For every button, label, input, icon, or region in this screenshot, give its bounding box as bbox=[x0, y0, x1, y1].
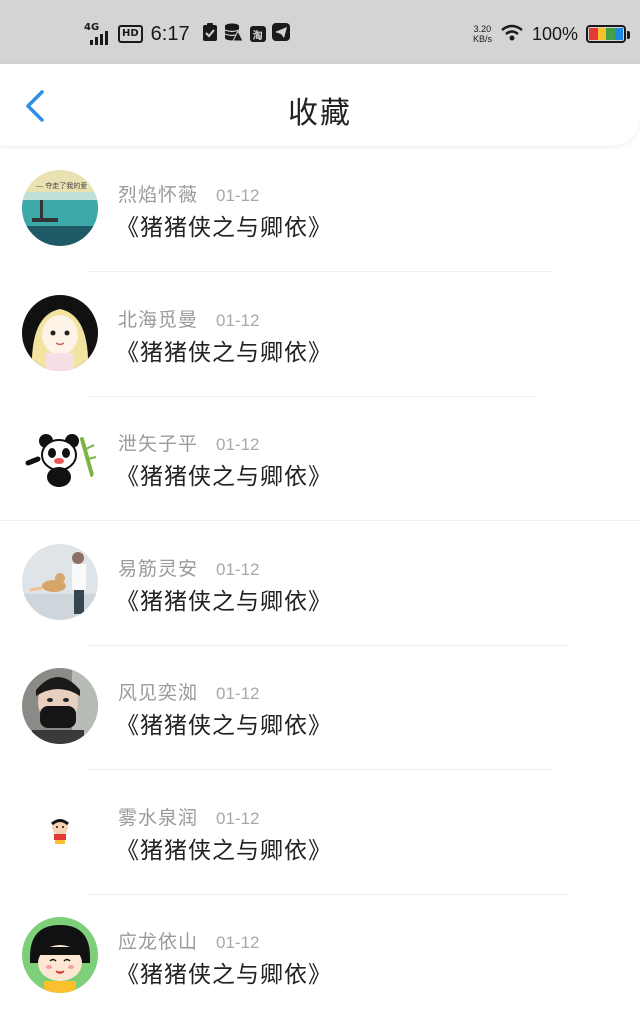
status-bar: 4G HD 6:17 淘 3.20 KB/s 100% bbox=[0, 0, 640, 64]
favorite-date: 01-12 bbox=[216, 933, 260, 952]
nav-header: 收藏 bbox=[0, 64, 640, 146]
check-clipboard-icon bbox=[202, 23, 218, 45]
item-meta: 雾水泉润 01-12 bbox=[118, 803, 260, 830]
divider bbox=[88, 395, 536, 397]
divider bbox=[88, 271, 552, 272]
hd-badge: HD bbox=[118, 25, 143, 43]
father-child-avatar[interactable] bbox=[22, 543, 98, 620]
panda-avatar[interactable] bbox=[22, 419, 98, 495]
list-item[interactable]: 风见奕洳 01-12 《猪猪侠之与卿依》 bbox=[0, 648, 640, 773]
book-title[interactable]: 《猪猪侠之与卿依》 bbox=[116, 706, 332, 740]
anime-girl-avatar[interactable] bbox=[22, 294, 98, 371]
list-item[interactable]: — 夺走了我的爱 烈焰怀薇 01-12 《猪猪侠之与卿依》 bbox=[0, 150, 640, 275]
item-meta: 烈焰怀薇 01-12 bbox=[118, 180, 260, 207]
wifi-icon bbox=[500, 22, 524, 46]
cellular-signal-icon: 4G bbox=[84, 23, 112, 45]
masked-person-avatar[interactable] bbox=[22, 668, 98, 744]
list-item[interactable]: 应龙依山 01-12 《猪猪侠之与卿依》 bbox=[0, 897, 640, 1022]
user-name: 北海觅曼 bbox=[118, 308, 199, 331]
list-item[interactable]: 北海觅曼 01-12 《猪猪侠之与卿依》 bbox=[0, 275, 640, 400]
speed-value: 3.20 bbox=[473, 24, 492, 34]
book-title[interactable]: 《猪猪侠之与卿依》 bbox=[116, 208, 332, 242]
favorite-date: 01-12 bbox=[216, 435, 260, 454]
favorite-date: 01-12 bbox=[216, 684, 260, 703]
item-meta: 易筋灵安 01-12 bbox=[118, 554, 260, 581]
user-name: 烈焰怀薇 bbox=[118, 184, 199, 206]
divider bbox=[88, 893, 568, 895]
status-bar-left: 4G HD 6:17 淘 bbox=[84, 18, 290, 50]
item-meta: 北海觅曼 01-12 bbox=[118, 305, 260, 332]
battery-percentage: 100% bbox=[531, 23, 578, 44]
user-name: 雾水泉润 bbox=[118, 806, 199, 829]
telegram-icon bbox=[271, 23, 290, 45]
crayon-shin-chan-avatar[interactable] bbox=[22, 792, 98, 869]
favorite-date: 01-12 bbox=[216, 310, 260, 330]
divider bbox=[88, 769, 552, 770]
book-title[interactable]: 《猪猪侠之与卿依》 bbox=[116, 333, 332, 367]
database-icon bbox=[224, 23, 244, 45]
user-name: 易筋灵安 bbox=[118, 557, 199, 580]
favorite-date: 01-12 bbox=[216, 559, 260, 579]
user-name: 应龙依山 bbox=[118, 931, 199, 953]
user-name: 泄矢子平 bbox=[118, 433, 199, 455]
speed-unit: KB/s bbox=[472, 34, 492, 44]
book-title[interactable]: 《猪猪侠之与卿依》 bbox=[116, 831, 332, 865]
list-item[interactable]: 泄矢子平 01-12 《猪猪侠之与卿依》 bbox=[0, 399, 640, 524]
network-speed: 3.20 KB/s bbox=[473, 24, 492, 44]
item-meta: 泄矢子平 01-12 bbox=[118, 429, 260, 456]
seaside-pier-avatar[interactable]: — 夺走了我的爱 bbox=[22, 170, 98, 246]
book-title[interactable]: 《猪猪侠之与卿依》 bbox=[116, 582, 332, 616]
favorite-date: 01-12 bbox=[216, 186, 260, 205]
item-meta: 风见奕洳 01-12 bbox=[118, 678, 260, 705]
status-time: 6:17 bbox=[150, 22, 190, 45]
list-item[interactable]: 易筋灵安 01-12 《猪猪侠之与卿依》 bbox=[0, 524, 640, 649]
divider bbox=[88, 644, 568, 646]
page-title: 收藏 bbox=[288, 96, 352, 131]
book-title[interactable]: 《猪猪侠之与卿依》 bbox=[116, 955, 332, 989]
taobao-icon: 淘 bbox=[249, 26, 266, 42]
divider bbox=[0, 520, 640, 521]
item-meta: 应龙依山 01-12 bbox=[118, 927, 260, 954]
favorite-date: 01-12 bbox=[216, 808, 260, 828]
user-name: 风见奕洳 bbox=[118, 682, 199, 704]
status-bar-right: 3.20 KB/s 100% bbox=[473, 18, 630, 50]
svg-text:— 夺走了我的爱: — 夺走了我的爱 bbox=[36, 181, 87, 190]
chibi-maruko-avatar[interactable] bbox=[22, 917, 98, 993]
battery-icon bbox=[586, 25, 630, 43]
list-item[interactable]: 雾水泉润 01-12 《猪猪侠之与卿依》 bbox=[0, 773, 640, 898]
favorites-list: — 夺走了我的爱 烈焰怀薇 01-12 《猪猪侠之与卿依》 北海觅曼 01-12 bbox=[0, 150, 640, 1022]
book-title[interactable]: 《猪猪侠之与卿依》 bbox=[116, 457, 332, 491]
